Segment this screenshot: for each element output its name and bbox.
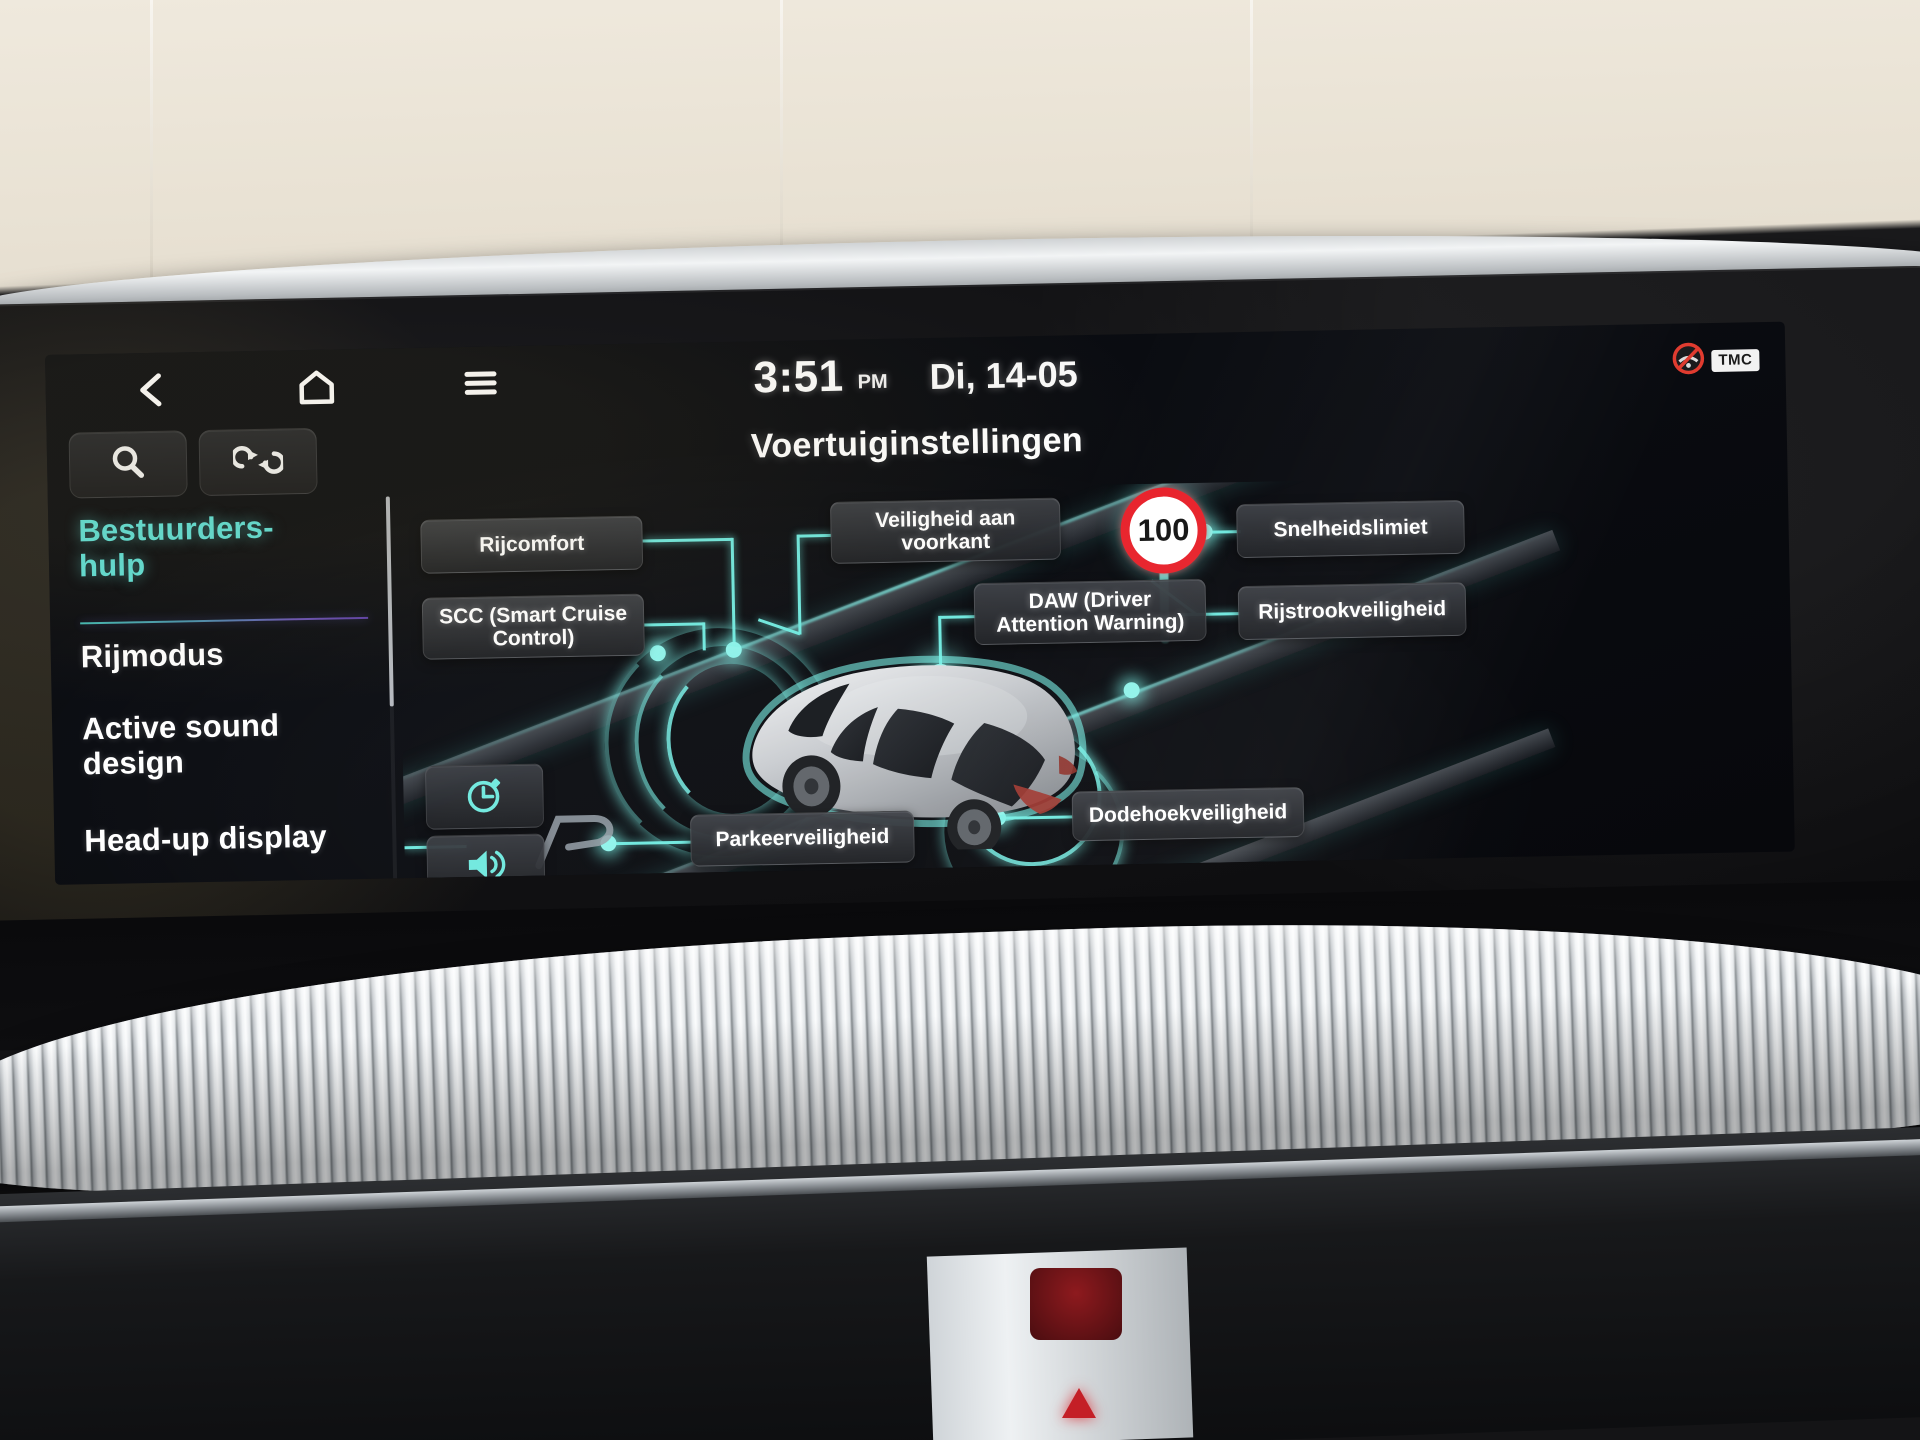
status-indicators: TMC bbox=[1671, 340, 1760, 381]
sidebar-item-active-sound-design[interactable]: Active sound design bbox=[82, 707, 363, 782]
timer-icon bbox=[463, 773, 506, 821]
sidebar: Bestuurders- hulp Rijmodus Active sound … bbox=[66, 507, 383, 885]
label-text: Parkeerveiligheid bbox=[715, 825, 890, 852]
label-parking-safety[interactable]: Parkeerveiligheid bbox=[689, 810, 915, 867]
connector-line bbox=[798, 533, 833, 538]
connector-line bbox=[642, 537, 733, 543]
sidebar-item-driver-assist[interactable]: Bestuurders- hulp bbox=[78, 509, 359, 584]
sidebar-item-label: Head-up display bbox=[83, 818, 328, 859]
hazard-light-button[interactable] bbox=[1030, 1268, 1122, 1340]
label-text: Veiligheid aan voorkant bbox=[875, 506, 1016, 555]
connector-line bbox=[796, 534, 802, 635]
infotainment-screen: 3:51 PM Di, 14-05 TMC Voertuiginstelling… bbox=[45, 321, 1795, 885]
label-lane-safety[interactable]: Rijstrookveiligheid bbox=[1237, 581, 1467, 641]
label-speed-limit[interactable]: Snelheidslimiet bbox=[1236, 499, 1466, 559]
sidebar-item-drive-mode[interactable]: Rijmodus bbox=[80, 635, 361, 675]
sound-settings-button[interactable] bbox=[426, 833, 546, 879]
sidebar-item-head-up-display[interactable]: Head-up display bbox=[84, 819, 365, 859]
volume-icon bbox=[462, 844, 509, 879]
label-text: Rijstrookveiligheid bbox=[1258, 597, 1447, 625]
photo-scene: 3:51 PM Di, 14-05 TMC Voertuiginstelling… bbox=[0, 0, 1920, 1440]
timer-settings-button[interactable] bbox=[424, 763, 545, 830]
sidebar-item-label: Active sound design bbox=[81, 707, 280, 782]
no-connection-icon bbox=[1671, 341, 1706, 381]
wall-seam bbox=[150, 0, 153, 280]
label-text: Dodehoekveiligheid bbox=[1088, 800, 1288, 828]
sidebar-item-label: Rijmodus bbox=[80, 636, 224, 675]
label-front-safety[interactable]: Veiligheid aan voorkant bbox=[829, 497, 1062, 564]
wall-seam bbox=[780, 0, 783, 280]
label-text: Snelheidslimiet bbox=[1273, 515, 1428, 542]
speed-limit-value: 100 bbox=[1137, 512, 1190, 549]
label-blind-spot-safety[interactable]: Dodehoekveiligheid bbox=[1071, 786, 1305, 842]
label-smart-cruise-control[interactable]: SCC (Smart Cruise Control) bbox=[421, 593, 645, 660]
label-text: Rijcomfort bbox=[479, 532, 585, 558]
label-text: DAW (Driver Attention Warning) bbox=[996, 587, 1185, 637]
connector-line bbox=[644, 622, 705, 627]
label-driver-attention-warning[interactable]: DAW (Driver Attention Warning) bbox=[973, 578, 1207, 646]
sidebar-item-label: Bestuurders- hulp bbox=[78, 509, 275, 584]
label-ride-comfort[interactable]: Rijcomfort bbox=[420, 515, 644, 574]
sidebar-active-divider bbox=[80, 616, 369, 625]
clock-time: 3:51 bbox=[753, 351, 845, 403]
speed-limit-sign[interactable]: 100 bbox=[1119, 486, 1208, 575]
driver-assist-diagram: 100 Rijcomfort SCC (Smart Cruise Control… bbox=[397, 471, 1795, 879]
clock-ampm: PM bbox=[857, 370, 888, 394]
hazard-triangle-icon bbox=[1062, 1388, 1096, 1418]
label-text: SCC (Smart Cruise Control) bbox=[438, 601, 628, 651]
tmc-badge: TMC bbox=[1711, 348, 1760, 372]
clock-date: Di, 14-05 bbox=[929, 353, 1079, 398]
sidebar-scrollbar-thumb[interactable] bbox=[385, 496, 394, 707]
